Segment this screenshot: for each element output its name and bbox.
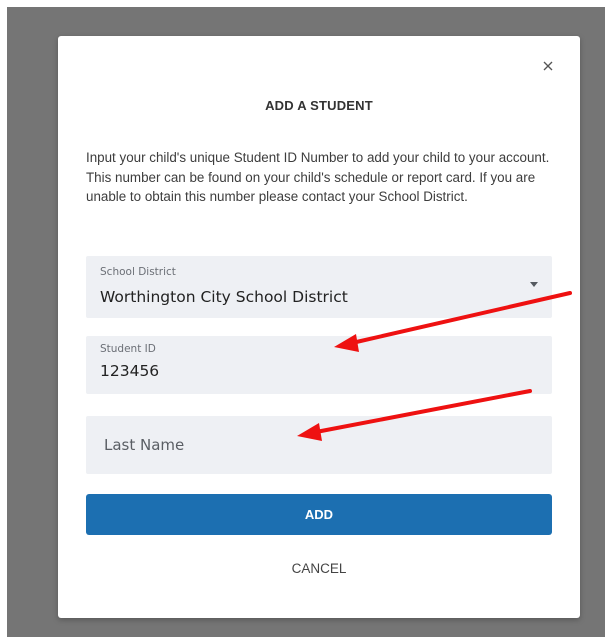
- cancel-button[interactable]: CANCEL: [58, 561, 580, 576]
- add-student-dialog: ADD A STUDENT Input your child's unique …: [58, 36, 580, 618]
- last-name-field[interactable]: [86, 416, 552, 474]
- school-district-label: School District: [100, 266, 176, 278]
- last-name-input[interactable]: [86, 416, 552, 474]
- close-button[interactable]: [538, 56, 558, 76]
- school-district-value: Worthington City School District: [100, 288, 348, 306]
- student-id-field[interactable]: Student ID 123456: [86, 336, 552, 394]
- add-button[interactable]: ADD: [86, 494, 552, 535]
- close-icon: [543, 61, 553, 71]
- dialog-title: ADD A STUDENT: [265, 98, 373, 113]
- student-id-label: Student ID: [100, 343, 156, 355]
- student-id-value: 123456: [100, 362, 160, 380]
- dialog-description: Input your child's unique Student ID Num…: [86, 150, 550, 204]
- school-district-select[interactable]: School District Worthington City School …: [86, 256, 552, 318]
- caret-down-icon: [530, 282, 538, 287]
